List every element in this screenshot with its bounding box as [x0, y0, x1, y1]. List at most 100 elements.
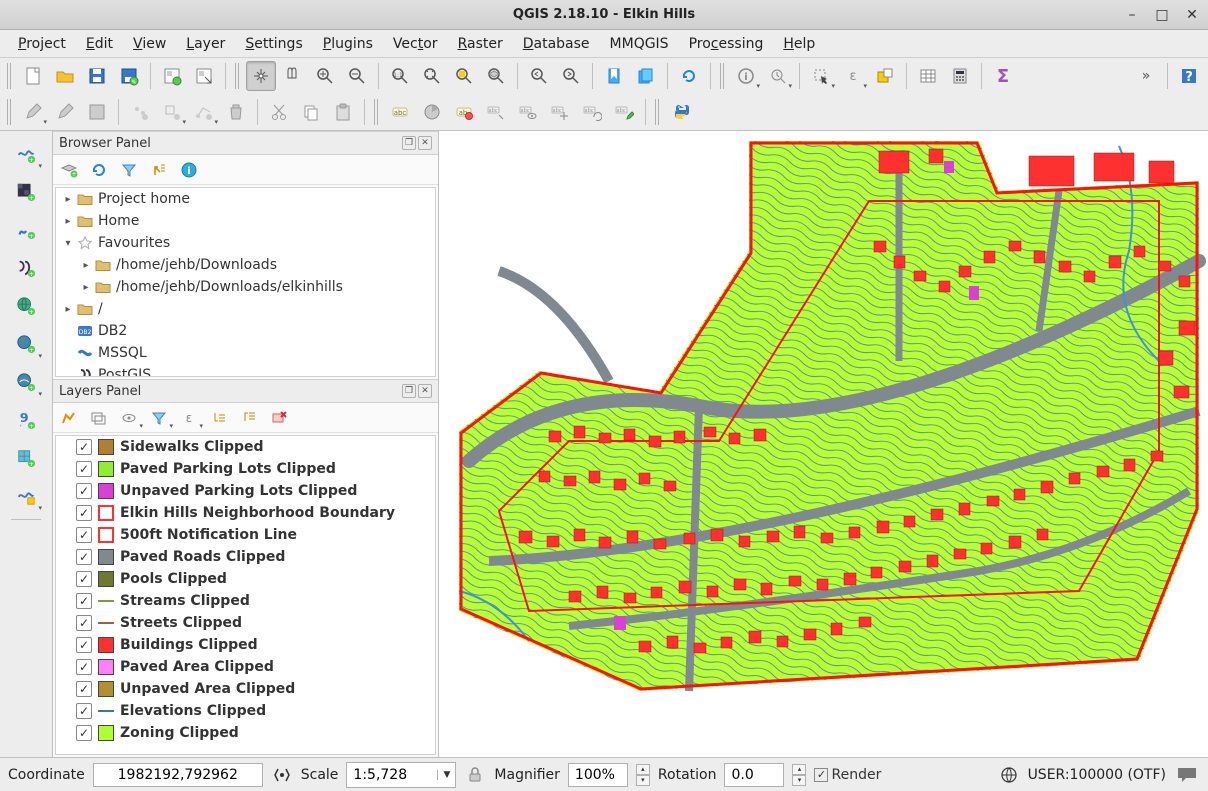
open-project-button[interactable]: [50, 61, 80, 91]
coordinate-input[interactable]: [93, 763, 263, 787]
layers-expression-filter-button[interactable]: ε▾: [179, 408, 199, 428]
zoom-last-button[interactable]: [524, 61, 554, 91]
python-console-button[interactable]: [666, 97, 696, 127]
add-feature-button[interactable]: [125, 97, 155, 127]
pan-map-button[interactable]: [246, 61, 276, 91]
layers-filter-button[interactable]: ▾: [149, 408, 169, 428]
layer-item[interactable]: ✓Unpaved Area Clipped: [56, 678, 435, 700]
field-calculator-button[interactable]: [945, 61, 975, 91]
node-tool-button[interactable]: ▾: [189, 97, 219, 127]
zoom-full-button[interactable]: [417, 61, 447, 91]
toggle-extents-icon[interactable]: [271, 764, 293, 786]
menu-database[interactable]: Database: [515, 32, 598, 56]
cut-features-button[interactable]: [264, 97, 294, 127]
browser-item[interactable]: ▸/home/jehb/Downloads/elkinhills: [56, 276, 435, 298]
menu-raster[interactable]: Raster: [450, 32, 511, 56]
layer-visibility-checkbox[interactable]: ✓: [76, 461, 92, 477]
render-checkbox[interactable]: ✓Render: [814, 767, 881, 783]
zoom-next-button[interactable]: [556, 61, 586, 91]
save-project-button[interactable]: [82, 61, 112, 91]
label-tool-button[interactable]: abc: [385, 97, 415, 127]
layers-collapse-all-button[interactable]: [239, 408, 259, 428]
crs-icon[interactable]: [998, 764, 1020, 786]
menu-layer[interactable]: Layer: [178, 32, 233, 56]
layers-visibility-button[interactable]: ▾: [119, 408, 139, 428]
layer-visibility-checkbox[interactable]: ✓: [76, 593, 92, 609]
show-hide-labels-button[interactable]: abc: [513, 97, 543, 127]
diagram-tool-button[interactable]: [417, 97, 447, 127]
add-wcs-layer-button[interactable]: +▾: [9, 327, 43, 361]
layer-visibility-checkbox[interactable]: ✓: [76, 571, 92, 587]
browser-item[interactable]: ▸/home/jehb/Downloads: [56, 254, 435, 276]
add-vector-layer-button[interactable]: +▾: [9, 137, 43, 171]
crs-label[interactable]: USER:100000 (OTF): [1028, 767, 1166, 783]
menu-edit[interactable]: Edit: [78, 32, 121, 56]
zoom-in-button[interactable]: [310, 61, 340, 91]
add-wfs-layer-button[interactable]: +▾: [9, 365, 43, 399]
browser-item[interactable]: DB2DB2: [56, 320, 435, 342]
menu-project[interactable]: Project: [10, 32, 74, 56]
layer-visibility-checkbox[interactable]: ✓: [76, 725, 92, 741]
layer-item[interactable]: ✓Unpaved Parking Lots Clipped: [56, 480, 435, 502]
browser-tree[interactable]: ▸Project home▸Home▾Favourites▸/home/jehb…: [55, 187, 436, 377]
lock-scale-icon[interactable]: [464, 764, 486, 786]
layer-visibility-checkbox[interactable]: ✓: [76, 483, 92, 499]
help-button[interactable]: ?: [1174, 61, 1204, 91]
layer-item[interactable]: ✓Zoning Clipped: [56, 722, 435, 744]
magnifier-spinner[interactable]: ▴▾: [636, 764, 650, 786]
scale-dropdown-button[interactable]: ▼: [437, 770, 455, 780]
browser-add-layer-button[interactable]: +: [59, 160, 79, 180]
select-features-button[interactable]: ▾: [806, 61, 836, 91]
highlight-pinned-labels-button[interactable]: ab: [449, 97, 479, 127]
layer-item[interactable]: ✓Elkin Hills Neighborhood Boundary: [56, 502, 435, 524]
layer-visibility-checkbox[interactable]: ✓: [76, 615, 92, 631]
layers-remove-button[interactable]: [269, 408, 289, 428]
browser-item[interactable]: MSSQL: [56, 342, 435, 364]
layer-item[interactable]: ✓Elevations Clipped: [56, 700, 435, 722]
browser-item[interactable]: ▸Project home: [56, 188, 435, 210]
layer-item[interactable]: ✓500ft Notification Line: [56, 524, 435, 546]
browser-panel-dock-button[interactable]: ❐: [402, 136, 416, 150]
new-print-composer-button[interactable]: [157, 61, 187, 91]
layer-visibility-checkbox[interactable]: ✓: [76, 527, 92, 543]
refresh-button[interactable]: [674, 61, 704, 91]
add-wms-layer-button[interactable]: +: [9, 289, 43, 323]
layer-item[interactable]: ✓Sidewalks Clipped: [56, 436, 435, 458]
add-spatialite-layer-button[interactable]: +: [9, 213, 43, 247]
window-maximize-button[interactable]: □: [1152, 5, 1172, 25]
magnifier-input[interactable]: [568, 763, 628, 787]
toolbar-overflow-button[interactable]: »: [1131, 61, 1161, 91]
move-feature-button[interactable]: ▾: [157, 97, 187, 127]
identify-features-button[interactable]: i▾: [731, 61, 761, 91]
layer-item[interactable]: ✓Buildings Clipped: [56, 634, 435, 656]
zoom-native-button[interactable]: 1:1: [385, 61, 415, 91]
open-attribute-table-button[interactable]: [913, 61, 943, 91]
menu-view[interactable]: View: [125, 32, 174, 56]
change-label-button[interactable]: abc: [609, 97, 639, 127]
layer-visibility-checkbox[interactable]: ✓: [76, 549, 92, 565]
new-shapefile-layer-button[interactable]: ▾: [9, 479, 43, 513]
layers-panel-dock-button[interactable]: ❐: [402, 384, 416, 398]
window-close-button[interactable]: ✕: [1182, 5, 1202, 25]
toggle-editing-button[interactable]: [50, 97, 80, 127]
menu-plugins[interactable]: Plugins: [315, 32, 381, 56]
zoom-to-layer-button[interactable]: [481, 61, 511, 91]
browser-item[interactable]: PostGIS: [56, 364, 435, 377]
layers-panel-close-button[interactable]: ✕: [418, 384, 432, 398]
composer-manager-button[interactable]: [189, 61, 219, 91]
layer-visibility-checkbox[interactable]: ✓: [76, 659, 92, 675]
layer-item[interactable]: ✓Paved Parking Lots Clipped: [56, 458, 435, 480]
browser-refresh-button[interactable]: [89, 160, 109, 180]
add-postgis-layer-button[interactable]: +: [9, 251, 43, 285]
new-bookmark-button[interactable]: [599, 61, 629, 91]
rotate-label-button[interactable]: abc: [577, 97, 607, 127]
layer-item[interactable]: ✓Paved Area Clipped: [56, 656, 435, 678]
layer-item[interactable]: ✓Streams Clipped: [56, 590, 435, 612]
layer-visibility-checkbox[interactable]: ✓: [76, 637, 92, 653]
map-canvas[interactable]: [439, 131, 1208, 757]
current-edits-button[interactable]: ▾: [18, 97, 48, 127]
layer-visibility-checkbox[interactable]: ✓: [76, 681, 92, 697]
layers-panel-header[interactable]: Layers Panel ❐ ✕: [53, 379, 438, 403]
layer-item[interactable]: ✓Pools Clipped: [56, 568, 435, 590]
browser-item[interactable]: ▾Favourites: [56, 232, 435, 254]
